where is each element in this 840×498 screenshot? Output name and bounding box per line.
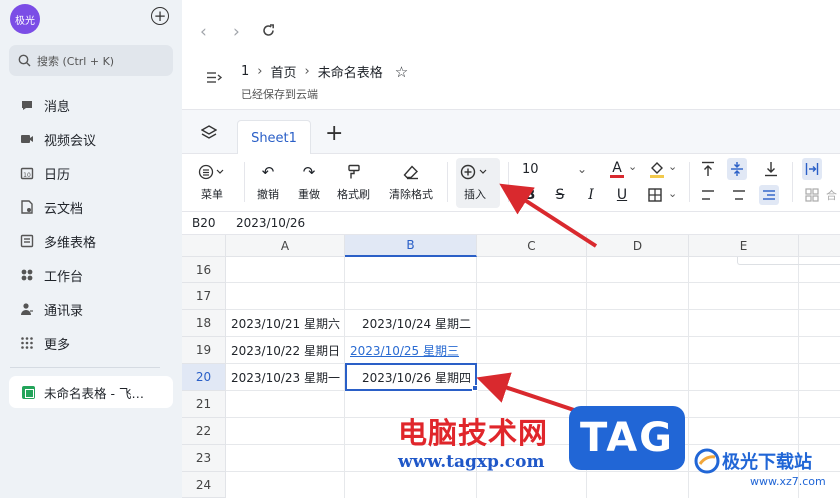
calendar-icon: 10 [20, 167, 34, 180]
sidebar-item-label: 消息 [44, 99, 71, 115]
cloud-doc-icon [21, 200, 33, 214]
watermark-site-url: www.tagxp.com [398, 452, 545, 472]
sidebar-item-label: 日历 [44, 167, 71, 183]
sidebar: 极光 + 搜索 (Ctrl + K) 消息 视频会议 10 日历 云文档 多维表… [0, 0, 182, 498]
search-icon [18, 54, 31, 67]
sidebar-item-label: 云文档 [44, 201, 84, 217]
sidebar-item-bitable[interactable]: 多维表格 [20, 230, 96, 252]
more-icon [21, 337, 33, 349]
tag-logo: TAG [569, 406, 685, 470]
video-icon [21, 135, 33, 143]
sidebar-item-contacts[interactable]: 通讯录 [20, 298, 83, 320]
spreadsheet-icon [22, 385, 35, 399]
search-placeholder: 搜索 (Ctrl + K) [37, 54, 115, 68]
search-input[interactable]: 搜索 (Ctrl + K) [9, 45, 173, 76]
sidebar-item-calendar[interactable]: 10 日历 [20, 162, 70, 184]
sidebar-item-label: 更多 [44, 337, 71, 353]
sidebar-item-messages[interactable]: 消息 [20, 94, 70, 116]
create-new-icon[interactable]: + [151, 7, 169, 25]
sidebar-divider [10, 367, 160, 368]
annotation-arrow-cell [476, 372, 578, 413]
sidebar-item-more[interactable]: 更多 [20, 332, 70, 354]
contacts-icon [21, 303, 33, 315]
sidebar-item-label: 视频会议 [44, 133, 97, 149]
svg-text:10: 10 [23, 172, 31, 179]
sidebar-item-label: 多维表格 [44, 235, 97, 251]
watermark-site-name: 电脑技术网 [398, 416, 549, 450]
message-icon [22, 101, 32, 110]
watermark-brand-url: www.xz7.com [750, 475, 826, 488]
open-document-title: 未命名表格 - 飞… [44, 385, 144, 401]
annotation-arrow-insert [499, 183, 598, 248]
watermark-brand: 极光下载站 [722, 452, 812, 473]
table-icon [20, 234, 34, 248]
avatar[interactable]: 极光 [10, 4, 40, 34]
sidebar-item-video[interactable]: 视频会议 [20, 128, 96, 150]
sidebar-item-workspace[interactable]: 工作台 [20, 264, 83, 286]
sidebar-item-label: 工作台 [44, 269, 84, 285]
brand-logo-icon [694, 448, 720, 474]
sidebar-item-label: 通讯录 [44, 303, 84, 319]
sidebar-item-cloud-docs[interactable]: 云文档 [20, 196, 83, 218]
workspace-icon [21, 269, 33, 281]
open-document-tab[interactable]: 未命名表格 - 飞… [9, 376, 173, 408]
app-window: 极光 + 搜索 (Ctrl + K) 消息 视频会议 10 日历 云文档 多维表… [0, 0, 840, 498]
